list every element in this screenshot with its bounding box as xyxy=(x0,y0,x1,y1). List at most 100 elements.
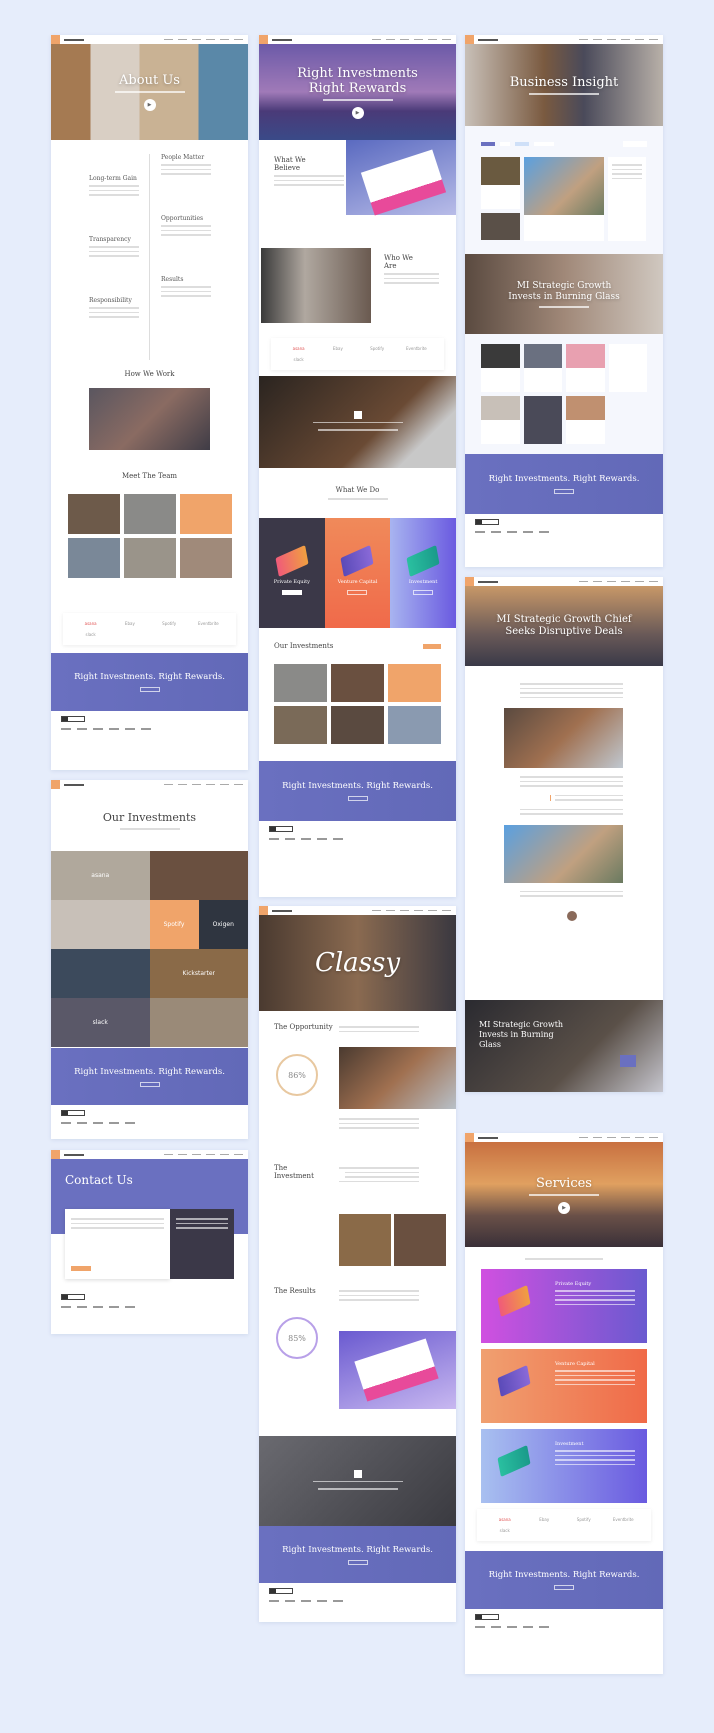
about-page: About Us ▶ Long-term Gain Transparency R… xyxy=(51,35,248,770)
nav-menu[interactable] xyxy=(372,38,456,41)
portfolio-tile[interactable]: slack xyxy=(51,998,150,1047)
nav-menu[interactable] xyxy=(164,1153,248,1156)
portfolio-tile[interactable]: Spotify Oxigen xyxy=(149,900,248,949)
post-card[interactable] xyxy=(481,213,520,240)
team-photo[interactable] xyxy=(123,494,176,534)
logo-asana: asana xyxy=(84,621,97,626)
logo[interactable] xyxy=(51,780,60,789)
investment-tile[interactable] xyxy=(274,706,327,744)
cta-button[interactable] xyxy=(347,1559,368,1565)
cta-button[interactable] xyxy=(554,1585,574,1590)
article-title: MI Strategic Growth Chief Seeks Disrupti… xyxy=(496,614,632,637)
post-card[interactable] xyxy=(566,396,605,444)
message-field[interactable] xyxy=(71,1227,164,1229)
service-card[interactable]: Venture Capital xyxy=(481,1349,647,1423)
post-card[interactable] xyxy=(566,344,605,392)
portfolio-tile[interactable] xyxy=(51,900,150,949)
portfolio-tile[interactable] xyxy=(149,851,248,900)
timeline-title: People Matter xyxy=(161,154,205,161)
name-field[interactable] xyxy=(71,1218,164,1220)
team-photo[interactable] xyxy=(67,494,120,534)
logo-eventbrite: Eventbrite xyxy=(405,346,427,351)
logo[interactable] xyxy=(465,577,474,586)
cta-banner: Right Investments. Right Rewards. xyxy=(465,454,663,514)
investment-tile[interactable] xyxy=(331,664,384,702)
view-all-button[interactable] xyxy=(423,644,441,649)
cta-button[interactable] xyxy=(347,796,368,801)
services-page: Services ▶ Private Equity Venture Capital… xyxy=(465,1133,663,1674)
nav-menu[interactable] xyxy=(579,38,663,41)
play-button[interactable]: ▶ xyxy=(351,106,364,119)
logo[interactable] xyxy=(259,906,268,915)
service-card[interactable]: Venture Capital xyxy=(324,518,391,628)
service-card[interactable]: Private Equity xyxy=(481,1269,647,1343)
post-card[interactable] xyxy=(481,344,520,392)
nav-menu[interactable] xyxy=(579,580,663,583)
insight-page: Business Insight MI Strategic Growth Inv… xyxy=(465,35,663,567)
team-photo[interactable] xyxy=(123,538,176,578)
filter-tab[interactable] xyxy=(500,142,510,146)
service-card[interactable]: Private Equity xyxy=(259,518,325,628)
logo-eventbrite: Eventbrite xyxy=(197,621,219,626)
quote-banner xyxy=(259,376,456,468)
timeline: Long-term Gain Transparency Responsibili… xyxy=(51,140,248,370)
card-title: Venture Capital xyxy=(555,1361,595,1367)
service-card[interactable]: Investment xyxy=(390,518,456,628)
carousel-image[interactable] xyxy=(89,388,210,450)
logo-spotify: Spotify xyxy=(162,621,177,626)
banner-title: MI Strategic Growth Invests in Burning G… xyxy=(479,1020,564,1049)
nav-menu[interactable] xyxy=(372,909,456,912)
search-input[interactable] xyxy=(623,141,647,147)
play-button[interactable] xyxy=(620,1055,636,1067)
play-button[interactable]: ▶ xyxy=(558,1201,570,1214)
play-button[interactable]: ▶ xyxy=(143,99,156,111)
tile-logo: Kickstarter xyxy=(182,970,215,977)
logo[interactable] xyxy=(465,1133,474,1142)
submit-button[interactable] xyxy=(71,1266,91,1271)
timeline-item: People Matter xyxy=(161,154,211,178)
portfolio-tile[interactable] xyxy=(149,998,248,1047)
email-field[interactable] xyxy=(71,1222,164,1224)
section-title: Our Investments xyxy=(274,642,334,650)
portfolio-tile[interactable] xyxy=(51,949,150,998)
nav-menu[interactable] xyxy=(579,1136,663,1139)
post-card[interactable] xyxy=(481,396,520,444)
tablet-chart-image xyxy=(339,1331,456,1409)
investment-tile[interactable] xyxy=(274,664,327,702)
investment-tile[interactable] xyxy=(388,664,441,702)
nav-menu[interactable] xyxy=(164,38,248,41)
team-photo[interactable] xyxy=(179,538,232,578)
cta-banner: Right Investments. Right Rewards. xyxy=(51,653,248,711)
investment-tile[interactable] xyxy=(388,706,441,744)
post-card[interactable] xyxy=(523,396,562,444)
team-photo[interactable] xyxy=(179,494,232,534)
filter-tab[interactable] xyxy=(515,142,529,146)
logo-ebay: Ebay xyxy=(124,621,135,626)
logo[interactable] xyxy=(51,35,60,44)
featured-post[interactable] xyxy=(524,157,604,241)
logo[interactable] xyxy=(259,35,268,44)
filter-tab[interactable] xyxy=(534,142,554,146)
portfolio-tile[interactable]: asana xyxy=(51,851,150,900)
timeline-title: Responsibility xyxy=(89,297,132,304)
service-card[interactable]: Investment xyxy=(481,1429,647,1503)
post-card[interactable] xyxy=(608,344,647,392)
team-photo[interactable] xyxy=(67,538,120,578)
team-photo xyxy=(261,248,371,323)
cta-button[interactable] xyxy=(139,687,160,692)
logo[interactable] xyxy=(465,35,474,44)
filter-tab[interactable] xyxy=(481,142,495,146)
article-page: MI Strategic Growth Chief Seeks Disrupti… xyxy=(465,577,663,1092)
footer xyxy=(259,821,456,845)
investment-tile[interactable] xyxy=(331,706,384,744)
cta-button[interactable] xyxy=(139,1081,160,1087)
portfolio-tile[interactable]: Kickstarter xyxy=(149,949,248,998)
logo[interactable] xyxy=(51,1150,60,1159)
nav-menu[interactable] xyxy=(164,783,248,786)
section-title: What We Believe xyxy=(274,156,306,172)
post-card[interactable] xyxy=(523,344,562,392)
post-card[interactable] xyxy=(481,157,520,209)
navbar xyxy=(465,35,663,44)
cta-title: Right Investments. Right Rewards. xyxy=(74,672,225,682)
cta-button[interactable] xyxy=(554,489,574,494)
